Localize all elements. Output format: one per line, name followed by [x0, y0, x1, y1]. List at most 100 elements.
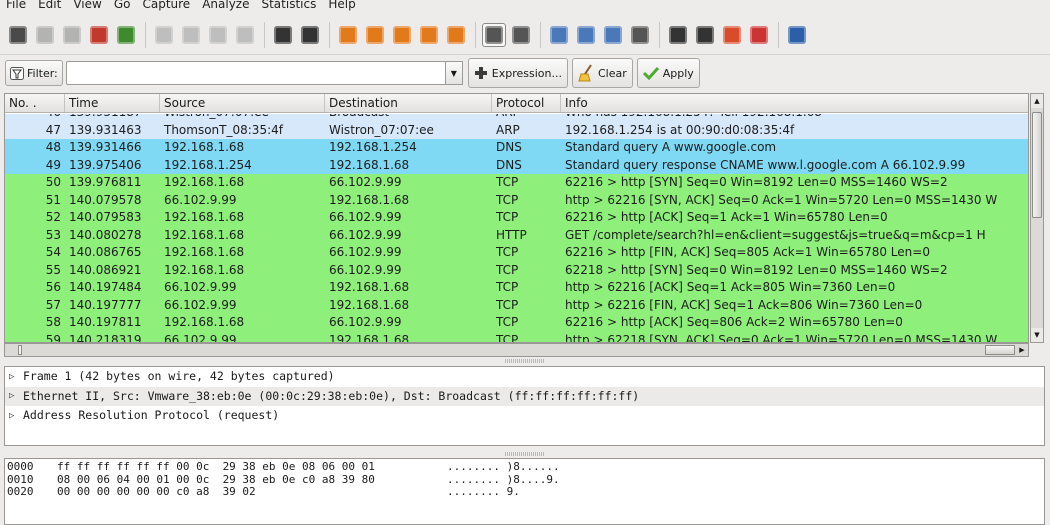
packet-time: 140.197484: [69, 280, 142, 294]
packet-row[interactable]: 57 140.197777 66.102.9.99 192.168.1.68 TCP ht…: [5, 296, 1028, 314]
horizontal-scrollbar-grip[interactable]: [18, 345, 22, 355]
save-file-button[interactable]: [179, 23, 203, 47]
go-to-packet-button[interactable]: [390, 23, 414, 47]
go-last-button[interactable]: [444, 23, 468, 47]
packet-destination: 66.102.9.99: [329, 262, 402, 277]
packet-time: 140.086765: [69, 245, 142, 259]
close-file-button[interactable]: [206, 23, 230, 47]
bytes-offset: 0000: [7, 460, 34, 473]
packet-number: 55: [45, 262, 61, 277]
zoom-out-button[interactable]: [574, 23, 598, 47]
capture-options-button[interactable]: [33, 23, 57, 47]
open-file-button[interactable]: [152, 23, 176, 47]
resize-columns-button[interactable]: [628, 23, 652, 47]
display-filters-button[interactable]: [693, 23, 717, 47]
expand-triangle-icon[interactable]: ▷: [9, 392, 17, 401]
column-destination[interactable]: Destination: [325, 94, 492, 112]
start-capture-button[interactable]: [60, 23, 84, 47]
pane-splitter-grip[interactable]: [505, 452, 545, 456]
wireshark-window: File Edit View Go Capture Analyze Statis…: [0, 0, 1050, 525]
toolbar-separator: [778, 21, 779, 48]
packet-row[interactable]: 54 140.086765 192.168.1.68 66.102.9.99 TCP 62…: [5, 244, 1028, 262]
scroll-up-arrow-icon[interactable]: ▲: [1031, 94, 1043, 108]
packet-protocol: TCP: [496, 175, 519, 189]
packet-source: 192.168.1.68: [164, 262, 245, 277]
menu-edit[interactable]: Edit: [32, 0, 67, 15]
packet-row[interactable]: 51 140.079578 66.102.9.99 192.168.1.68 TCP ht…: [5, 191, 1028, 209]
menu-statistics[interactable]: Statistics: [255, 0, 322, 15]
packet-row[interactable]: 47 139.931463 ThomsonT_08:35:4f Wistron_07:…: [5, 121, 1028, 139]
expression-button[interactable]: Expression...: [467, 58, 568, 88]
menu-go[interactable]: Go: [108, 0, 137, 15]
help-button[interactable]: [785, 23, 809, 47]
capture-filters-button[interactable]: [666, 23, 690, 47]
go-forward-button[interactable]: [363, 23, 387, 47]
column-info[interactable]: Info: [561, 94, 1028, 112]
scrollbar-thumb[interactable]: [1032, 112, 1042, 218]
packet-source: 66.102.9.99: [164, 192, 237, 207]
packet-list-horizontal-scrollbar[interactable]: ▶: [4, 343, 1029, 357]
packet-info: 62216 > http [ACK] Seq=1 Ack=1 Win=65780…: [565, 210, 888, 224]
packet-number: 46: [5, 114, 65, 122]
preferences-button[interactable]: [747, 23, 771, 47]
packet-row[interactable]: 50 139.976811 192.168.1.68 66.102.9.99 TCP 62…: [5, 174, 1028, 192]
filter-dropdown-button[interactable]: ▼: [445, 61, 463, 85]
detail-row-arp[interactable]: ▷ Address Resolution Protocol (request): [5, 406, 1044, 426]
packet-row[interactable]: 56 140.197484 66.102.9.99 192.168.1.68 TCP ht…: [5, 279, 1028, 297]
packet-row[interactable]: 58 140.197811 192.168.1.68 66.102.9.99 TCP 62…: [5, 314, 1028, 332]
restart-capture-button[interactable]: [114, 23, 138, 47]
zoom-in-button[interactable]: [547, 23, 571, 47]
go-first-button[interactable]: [417, 23, 441, 47]
menu-view[interactable]: View: [67, 0, 107, 15]
auto-scroll-button[interactable]: [509, 23, 533, 47]
auto-scroll-icon: [512, 25, 530, 44]
packet-row[interactable]: 55 140.086921 192.168.1.68 66.102.9.99 TCP 62…: [5, 261, 1028, 279]
go-back-button[interactable]: [336, 23, 360, 47]
menu-capture[interactable]: Capture: [136, 0, 196, 15]
find-packet-button[interactable]: [298, 23, 322, 47]
packet-list-vertical-scrollbar[interactable]: ▲ ▼: [1030, 93, 1044, 343]
menu-file[interactable]: File: [0, 0, 32, 15]
zoom-out-icon: [577, 25, 595, 44]
stop-capture-button[interactable]: [87, 23, 111, 47]
packet-row[interactable]: 53 140.080278 192.168.1.68 66.102.9.99 HTTP G…: [5, 226, 1028, 244]
apply-button[interactable]: Apply: [636, 58, 700, 88]
print-button[interactable]: [271, 23, 295, 47]
packet-row[interactable]: 59 140.218319 66.102.9.99 192.168.1.68 TCP ht…: [5, 331, 1028, 342]
filter-input[interactable]: [65, 61, 446, 85]
expand-triangle-icon[interactable]: ▷: [9, 372, 17, 381]
packet-source: 192.168.1.68: [164, 315, 245, 329]
filter-button[interactable]: Filter:: [5, 60, 63, 86]
packet-protocol: DNS: [496, 157, 522, 172]
packet-row[interactable]: 48 139.931466 192.168.1.68 192.168.1.254 DNS…: [5, 139, 1028, 157]
packet-row[interactable]: 46139.931187Wistron_07:07:eeBroadcastARP…: [5, 114, 1028, 122]
menu-analyze[interactable]: Analyze: [196, 0, 255, 15]
packet-protocol: TCP: [496, 297, 519, 312]
packet-info: Standard query A www.google.com: [565, 140, 777, 154]
column-no[interactable]: No. .: [5, 94, 65, 112]
packet-details-pane: ▷ Frame 1 (42 bytes on wire, 42 bytes cap…: [4, 366, 1045, 446]
expand-triangle-icon[interactable]: ▷: [9, 411, 17, 420]
column-time[interactable]: Time: [65, 94, 160, 112]
interfaces-button[interactable]: [6, 23, 30, 47]
column-source[interactable]: Source: [160, 94, 325, 112]
horizontal-scrollbar-thumb[interactable]: [985, 345, 1015, 355]
scroll-right-arrow-icon[interactable]: ▶: [1016, 344, 1028, 356]
packet-row[interactable]: 49 139.975406 192.168.1.254 192.168.1.68 DNS…: [5, 156, 1028, 174]
detail-row-ethernet[interactable]: ▷ Ethernet II, Src: Vmware_38:eb:0e (00:0…: [5, 386, 1044, 406]
menu-help[interactable]: Help: [322, 0, 361, 15]
packet-protocol: ARP: [496, 122, 520, 137]
coloring-rules-button[interactable]: [720, 23, 744, 47]
scroll-down-arrow-icon[interactable]: ▼: [1031, 328, 1043, 342]
packet-destination: 66.102.9.99: [329, 227, 402, 242]
packet-protocol: TCP: [496, 245, 519, 259]
capture-options-icon: [36, 25, 54, 44]
pane-splitter-grip[interactable]: [505, 359, 545, 363]
detail-row-frame[interactable]: ▷ Frame 1 (42 bytes on wire, 42 bytes cap…: [5, 367, 1044, 387]
reload-button[interactable]: [233, 23, 257, 47]
colorize-button[interactable]: [482, 22, 506, 47]
clear-button[interactable]: Clear: [571, 58, 633, 88]
column-protocol[interactable]: Protocol: [492, 94, 561, 112]
normal-size-button[interactable]: [601, 23, 625, 47]
packet-row[interactable]: 52 140.079583 192.168.1.68 66.102.9.99 TCP 62…: [5, 209, 1028, 227]
